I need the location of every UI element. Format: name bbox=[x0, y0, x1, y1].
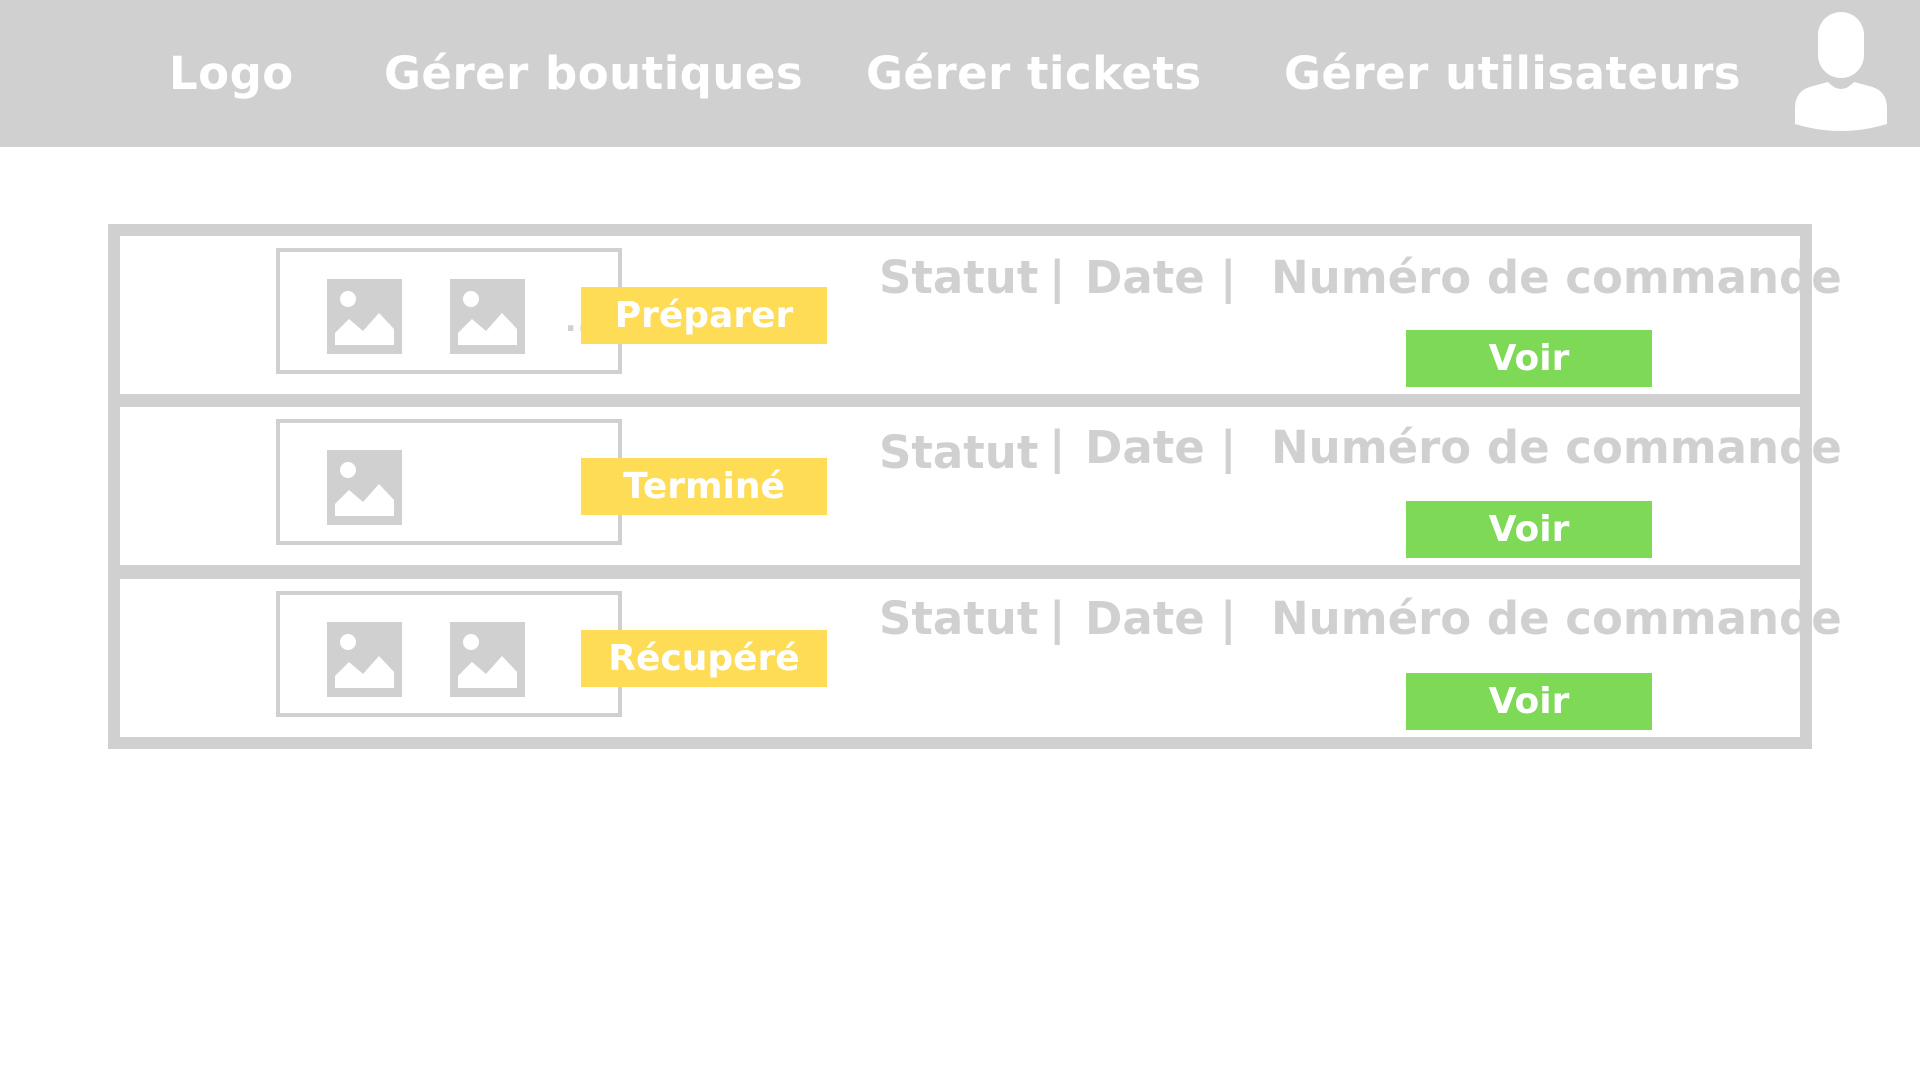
user-avatar-icon[interactable] bbox=[1795, 12, 1887, 134]
order-number-label: Numéro de commande bbox=[1271, 251, 1842, 304]
order-row: Récupéré Statut | Date | Numéro de comma… bbox=[120, 579, 1842, 737]
separator: | bbox=[1220, 251, 1237, 304]
image-placeholder-icon bbox=[327, 622, 402, 697]
nav-manage-users[interactable]: Gérer utilisateurs bbox=[1284, 44, 1741, 104]
status-label: Statut bbox=[879, 592, 1039, 645]
product-images-box bbox=[276, 591, 622, 717]
date-label: Date bbox=[1085, 251, 1205, 304]
status-badge-termine[interactable]: Terminé bbox=[581, 458, 827, 515]
nav-manage-tickets[interactable]: Gérer tickets bbox=[866, 44, 1202, 104]
status-label: Statut bbox=[879, 251, 1039, 304]
image-placeholder-icon bbox=[450, 622, 525, 697]
product-images-box: ... bbox=[276, 248, 622, 374]
status-badge-recupere[interactable]: Récupéré bbox=[581, 630, 827, 687]
date-label: Date bbox=[1085, 592, 1205, 645]
image-placeholder-icon bbox=[327, 450, 402, 525]
product-images-box bbox=[276, 419, 622, 545]
order-number-label: Numéro de commande bbox=[1271, 592, 1842, 645]
view-order-button[interactable]: Voir bbox=[1406, 673, 1652, 730]
view-order-button[interactable]: Voir bbox=[1406, 330, 1652, 387]
status-badge-preparer[interactable]: Préparer bbox=[581, 287, 827, 344]
separator: | bbox=[1049, 251, 1066, 304]
order-row: Terminé Statut | Date | Numéro de comman… bbox=[120, 407, 1842, 565]
image-placeholder-icon bbox=[450, 279, 525, 354]
orders-list: ... Préparer Statut | Date | Numéro de c… bbox=[108, 224, 1842, 749]
top-navigation-bar: Logo Gérer boutiques Gérer tickets Gérer… bbox=[0, 0, 1920, 147]
separator: | bbox=[1220, 421, 1237, 474]
logo[interactable]: Logo bbox=[169, 44, 294, 104]
order-number-label: Numéro de commande bbox=[1271, 421, 1842, 474]
date-label: Date bbox=[1085, 421, 1205, 474]
separator: | bbox=[1049, 592, 1066, 645]
separator: | bbox=[1049, 421, 1066, 474]
status-label: Statut bbox=[879, 426, 1039, 479]
view-order-button[interactable]: Voir bbox=[1406, 501, 1652, 558]
image-placeholder-icon bbox=[327, 279, 402, 354]
nav-manage-shops[interactable]: Gérer boutiques bbox=[384, 44, 803, 104]
separator: | bbox=[1220, 592, 1237, 645]
order-row: ... Préparer Statut | Date | Numéro de c… bbox=[120, 236, 1842, 394]
